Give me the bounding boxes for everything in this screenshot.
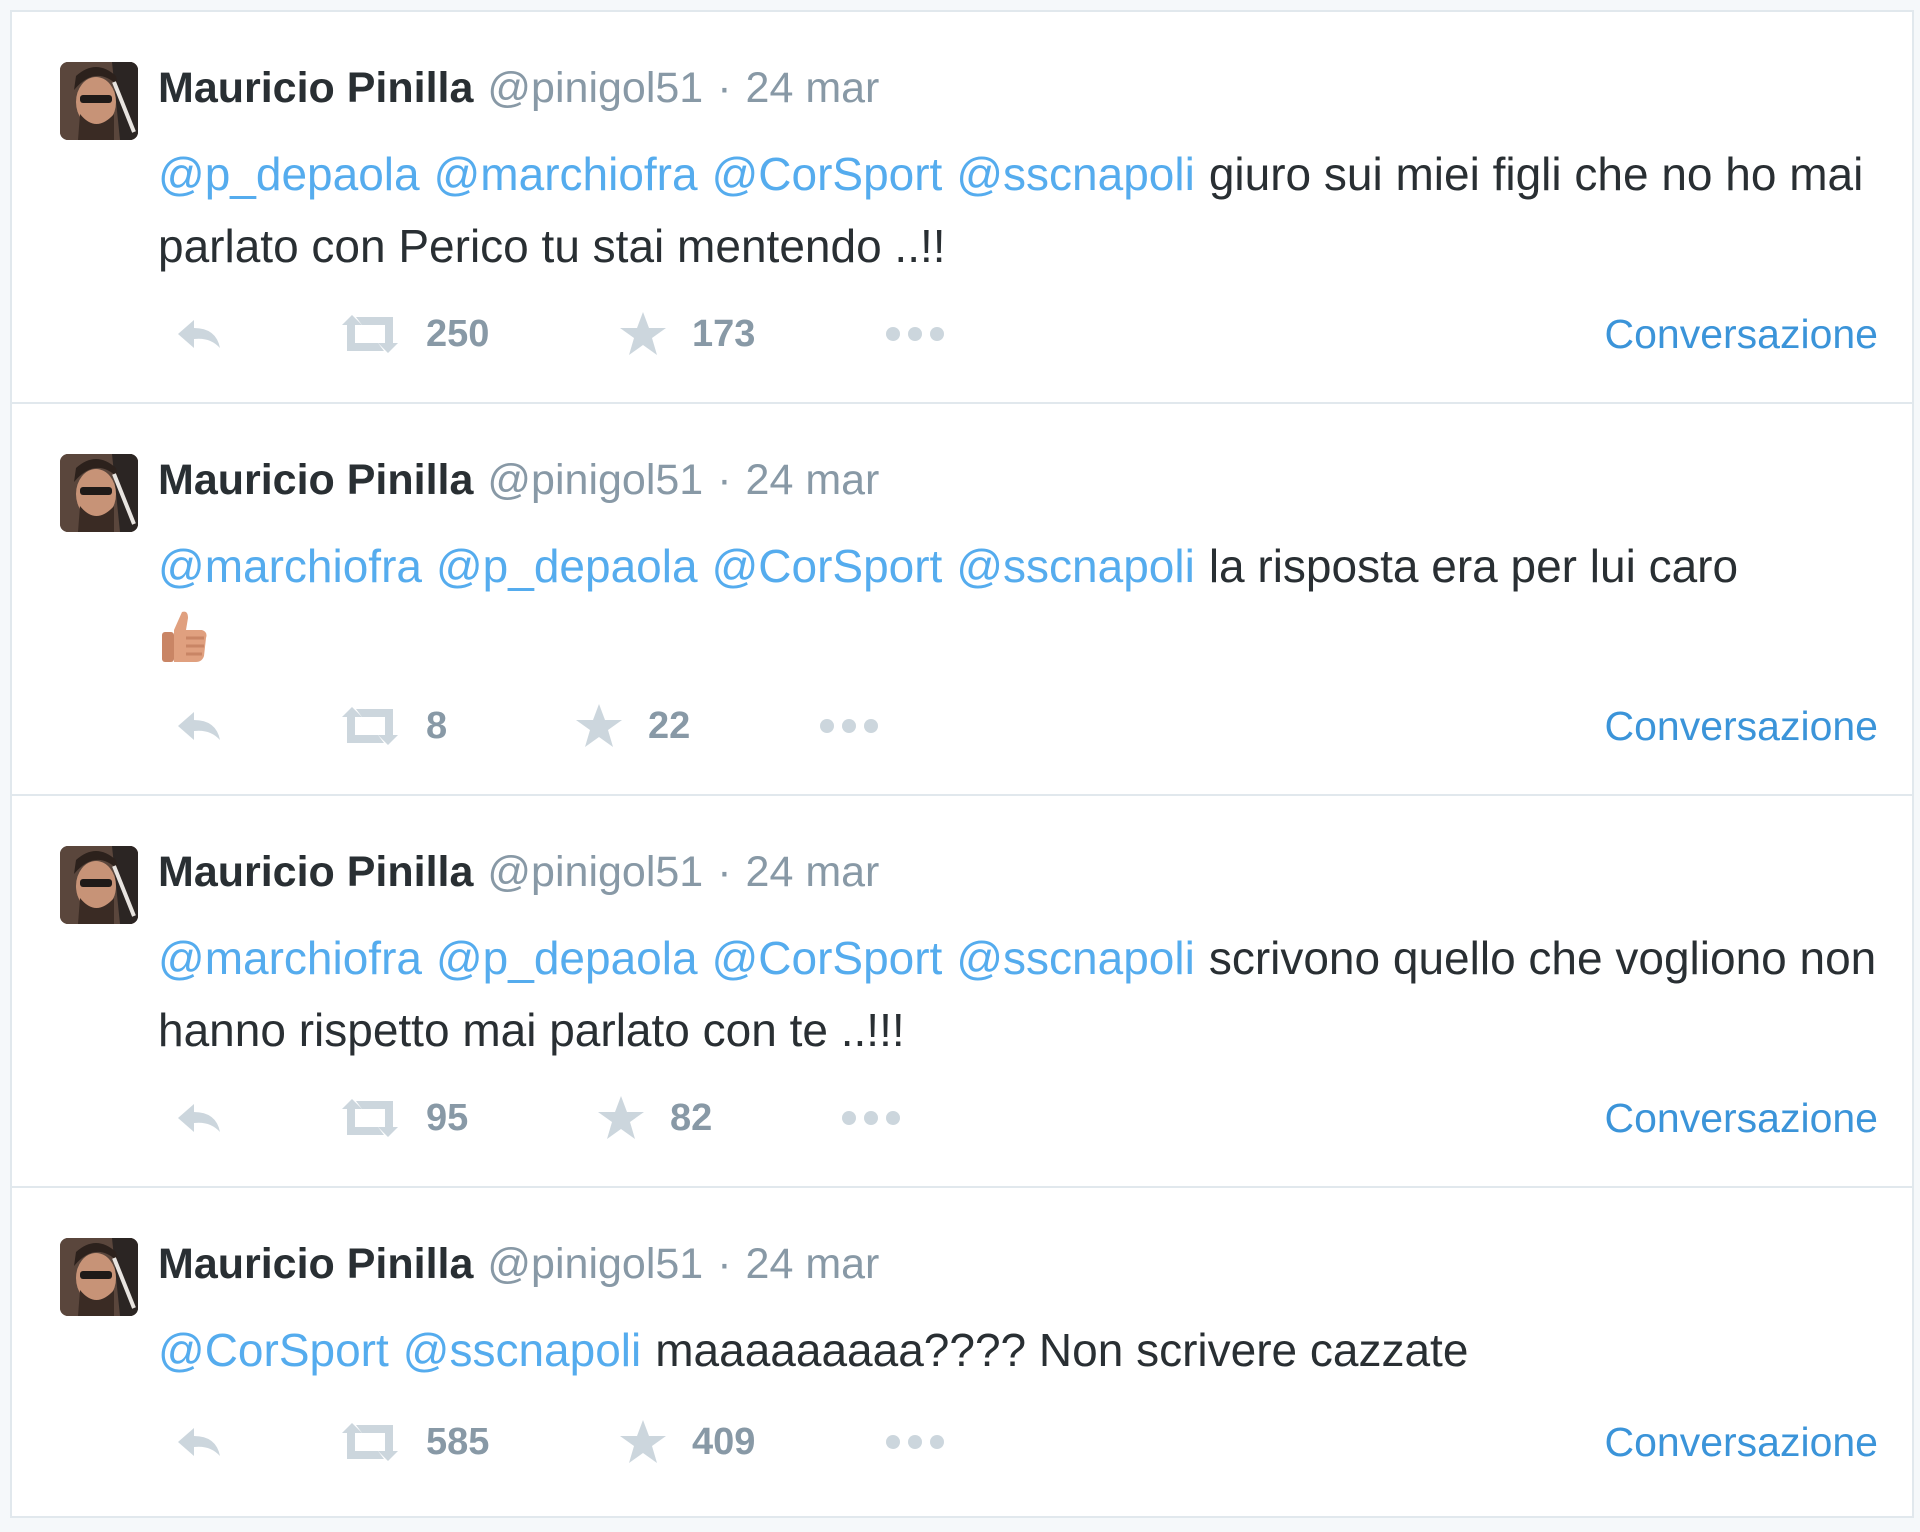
favorite-button[interactable]: 82	[596, 1088, 712, 1148]
retweet-icon	[342, 1099, 398, 1137]
mention-link[interactable]: @sscnapoli	[956, 148, 1194, 200]
retweet-button[interactable]: 8	[338, 696, 447, 756]
star-icon	[620, 312, 666, 355]
user-name[interactable]: Mauricio Pinilla	[158, 456, 473, 505]
retweet-count: 95	[426, 1096, 469, 1139]
tweet-actions: 585 409 Conversazione	[158, 1412, 1878, 1472]
more-button[interactable]	[884, 1412, 946, 1472]
user-handle[interactable]: @pinigol51	[487, 848, 703, 897]
more-button[interactable]	[840, 1088, 902, 1148]
favorite-button[interactable]: 173	[618, 304, 755, 364]
tweet-header: Mauricio Pinilla @pinigol51 · 24 mar	[158, 848, 879, 912]
mention-link[interactable]: @CorSport	[712, 148, 943, 200]
mention-link[interactable]: @CorSport	[158, 1324, 389, 1376]
favorite-count: 173	[692, 312, 756, 355]
user-name[interactable]: Mauricio Pinilla	[158, 1240, 473, 1289]
retweet-count: 250	[426, 312, 490, 355]
reply-icon	[178, 1428, 220, 1456]
star-icon	[576, 704, 622, 747]
mention-link[interactable]: @sscnapoli	[956, 932, 1194, 984]
tweet-header: Mauricio Pinilla @pinigol51 · 24 mar	[158, 456, 879, 520]
avatar[interactable]	[60, 846, 138, 924]
tweet-actions: 8 22 Conversazione	[158, 696, 1878, 756]
reply-button[interactable]	[172, 304, 224, 364]
mention-link[interactable]: @p_depaola	[158, 148, 420, 200]
timestamp[interactable]: 24 mar	[746, 848, 880, 897]
favorite-count: 22	[648, 704, 691, 747]
retweet-icon	[342, 1423, 398, 1461]
reply-button[interactable]	[172, 1412, 224, 1472]
tweet-text: @p_depaola @marchiofra @CorSport @sscnapoli…	[158, 138, 1878, 282]
tweet[interactable]: Mauricio Pinilla @pinigol51 · 24 mar @p_…	[12, 12, 1912, 404]
tweet-text: @marchiofra @p_depaola @CorSport @sscnapoli…	[158, 530, 1878, 684]
user-handle[interactable]: @pinigol51	[487, 456, 703, 505]
mention-link[interactable]: @marchiofra	[158, 540, 422, 592]
timestamp[interactable]: 24 mar	[746, 64, 880, 113]
reply-icon	[178, 712, 220, 740]
mention-link[interactable]: @marchiofra	[434, 148, 698, 200]
user-handle[interactable]: @pinigol51	[487, 1240, 703, 1289]
tweet-body: la risposta era per lui caro	[1208, 540, 1739, 592]
separator: ·	[717, 1240, 732, 1288]
mention-link[interactable]: @marchiofra	[158, 932, 422, 984]
retweet-button[interactable]: 95	[338, 1088, 468, 1148]
separator: ·	[717, 848, 732, 896]
favorite-count: 82	[670, 1096, 713, 1139]
mention-link[interactable]: @p_depaola	[436, 932, 698, 984]
more-icon	[886, 327, 944, 341]
mention-link[interactable]: @sscnapoli	[956, 540, 1194, 592]
tweet-body: maaaaaaaaa???? Non scrivere cazzate	[655, 1324, 1469, 1376]
star-icon	[620, 1420, 666, 1463]
tweet-text: @marchiofra @p_depaola @CorSport @sscnapoli…	[158, 922, 1878, 1066]
conversation-link[interactable]: Conversazione	[1605, 304, 1879, 364]
conversation-link[interactable]: Conversazione	[1605, 1088, 1879, 1148]
more-button[interactable]	[818, 696, 880, 756]
mention-link[interactable]: @CorSport	[712, 932, 943, 984]
reply-icon	[178, 1104, 220, 1132]
timestamp[interactable]: 24 mar	[746, 1240, 880, 1289]
tweet[interactable]: Mauricio Pinilla @pinigol51 · 24 mar @ma…	[12, 404, 1912, 796]
user-name[interactable]: Mauricio Pinilla	[158, 848, 473, 897]
avatar[interactable]	[60, 454, 138, 532]
more-icon	[886, 1435, 944, 1449]
conversation-link[interactable]: Conversazione	[1605, 1412, 1879, 1472]
star-icon	[598, 1096, 644, 1139]
favorite-button[interactable]: 409	[618, 1412, 755, 1472]
user-name[interactable]: Mauricio Pinilla	[158, 64, 473, 113]
conversation-link[interactable]: Conversazione	[1605, 696, 1879, 756]
mention-link[interactable]: @CorSport	[712, 540, 943, 592]
favorite-button[interactable]: 22	[574, 696, 690, 756]
more-button[interactable]	[884, 304, 946, 364]
avatar[interactable]	[60, 1238, 138, 1316]
avatar[interactable]	[60, 62, 138, 140]
separator: ·	[717, 64, 732, 112]
retweet-button[interactable]: 585	[338, 1412, 489, 1472]
retweet-count: 585	[426, 1420, 490, 1463]
reply-icon	[178, 320, 220, 348]
timestamp[interactable]: 24 mar	[746, 456, 880, 505]
mention-link[interactable]: @sscnapoli	[403, 1324, 641, 1376]
timeline: Mauricio Pinilla @pinigol51 · 24 mar @p_…	[10, 10, 1914, 1518]
tweet[interactable]: Mauricio Pinilla @pinigol51 · 24 mar @Co…	[12, 1188, 1912, 1518]
tweet-text: @CorSport @sscnapoli maaaaaaaaa???? Non sc…	[158, 1314, 1878, 1386]
retweet-icon	[342, 707, 398, 745]
more-icon	[820, 719, 878, 733]
tweet-actions: 95 82 Conversazione	[158, 1088, 1878, 1148]
tweet-header: Mauricio Pinilla @pinigol51 · 24 mar	[158, 64, 879, 128]
favorite-count: 409	[692, 1420, 756, 1463]
reply-button[interactable]	[172, 696, 224, 756]
thumbs-up-icon	[158, 608, 210, 684]
tweet-actions: 250 173 Conversazione	[158, 304, 1878, 364]
retweet-button[interactable]: 250	[338, 304, 489, 364]
retweet-icon	[342, 315, 398, 353]
mention-link[interactable]: @p_depaola	[436, 540, 698, 592]
user-handle[interactable]: @pinigol51	[487, 64, 703, 113]
tweet-header: Mauricio Pinilla @pinigol51 · 24 mar	[158, 1240, 879, 1304]
more-icon	[842, 1111, 900, 1125]
separator: ·	[717, 456, 732, 504]
reply-button[interactable]	[172, 1088, 224, 1148]
tweet[interactable]: Mauricio Pinilla @pinigol51 · 24 mar @ma…	[12, 796, 1912, 1188]
retweet-count: 8	[426, 704, 448, 747]
